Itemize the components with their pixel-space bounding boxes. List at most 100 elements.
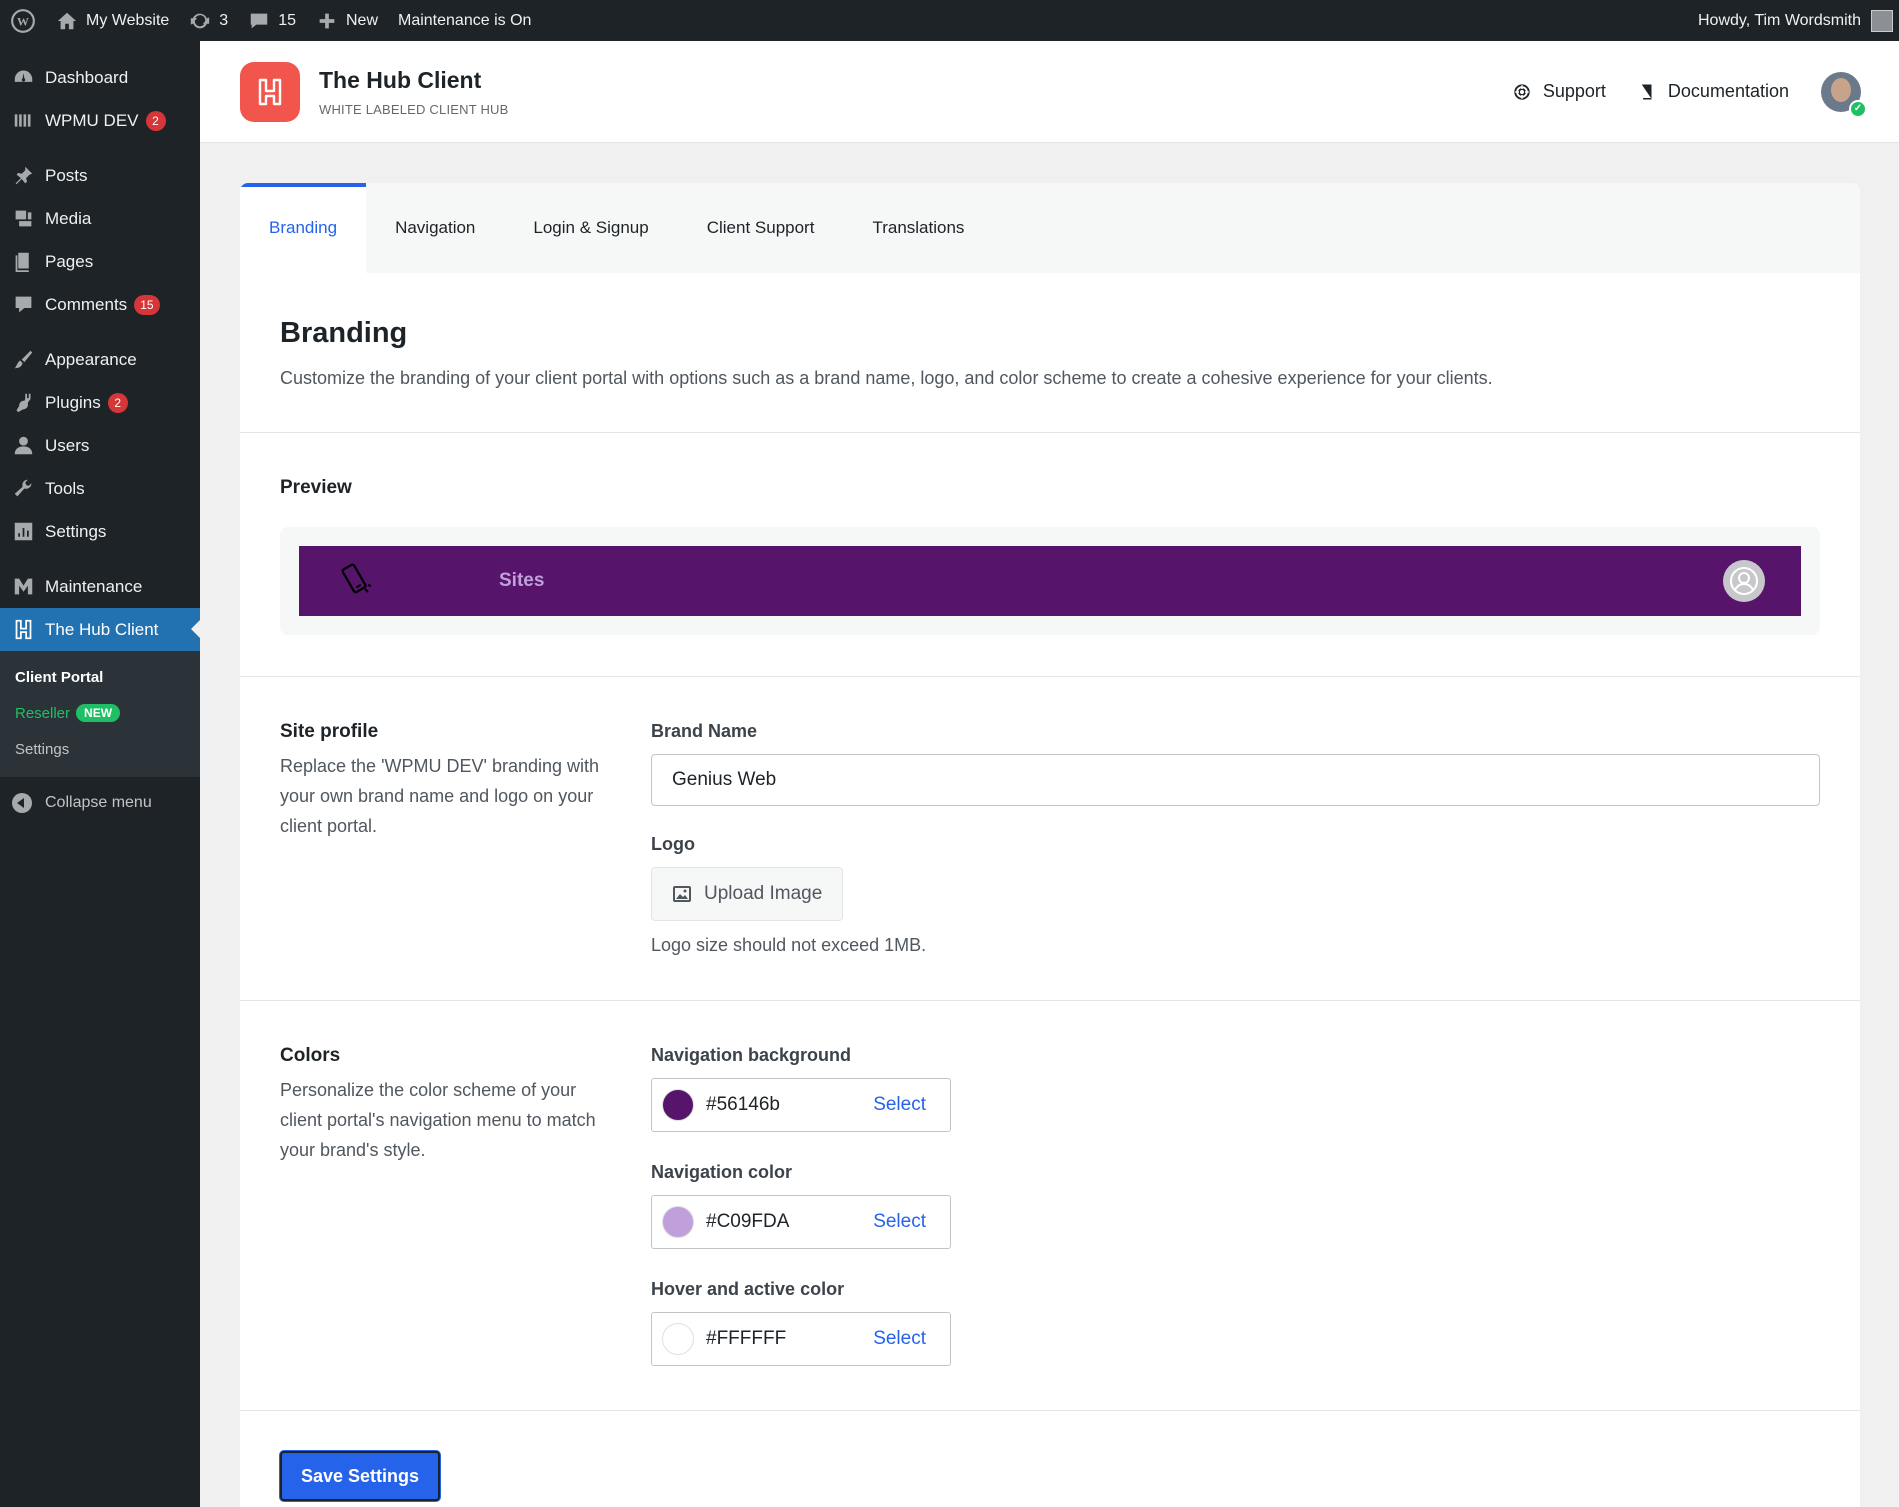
site-profile-section: Site profile Replace the 'WPMU DEV' bran…: [240, 677, 1860, 1001]
select-color-button[interactable]: Select: [873, 1094, 926, 1116]
color-value[interactable]: #56146b: [706, 1094, 873, 1116]
select-color-button[interactable]: Select: [873, 1211, 926, 1233]
wpmudev-icon: [12, 110, 34, 132]
documentation-link[interactable]: Documentation: [1638, 81, 1789, 102]
site-profile-label: Site profile: [280, 721, 379, 742]
sidebar-item-dashboard[interactable]: Dashboard: [0, 56, 200, 99]
site-name-link[interactable]: My Website: [46, 0, 179, 41]
support-label: Support: [1542, 81, 1606, 101]
colors-section: Colors Personalize the color scheme of y…: [240, 1001, 1860, 1411]
tab-navigation[interactable]: Navigation: [366, 183, 504, 273]
sidebar-item-label: WPMU DEV: [45, 110, 139, 130]
maintenance-label: Maintenance is On: [398, 11, 532, 29]
sidebar-item-comments[interactable]: Comments 15: [0, 283, 200, 326]
sidebar-item-label: Maintenance: [45, 576, 143, 596]
comments-badge: 15: [134, 294, 160, 315]
nav-background-label: Navigation background: [651, 1045, 852, 1065]
pages-icon: [12, 251, 34, 273]
reseller-label: Reseller: [15, 704, 71, 722]
preview-label: Preview: [280, 477, 352, 498]
branding-intro: Branding Customize the branding of your …: [240, 273, 1860, 433]
preview-navbar: Sites: [299, 546, 1801, 616]
nav-color-label: Navigation color: [651, 1162, 793, 1182]
sidebar-item-wpmudev[interactable]: WPMU DEV 2: [0, 99, 200, 142]
updates-link[interactable]: 3: [179, 0, 238, 41]
sidebar-item-settings[interactable]: Settings: [0, 510, 200, 553]
lifebuoy-icon: [1514, 83, 1530, 100]
sidebar-item-label: Media: [45, 208, 92, 228]
sidebar-item-label: Comments: [45, 294, 128, 314]
upload-image-button[interactable]: Upload Image: [651, 867, 844, 921]
collapse-label: Collapse menu: [45, 794, 152, 811]
sidebar-item-label: Users: [45, 435, 90, 455]
sidebar-item-label: Settings: [45, 521, 107, 541]
tab-client-support[interactable]: Client Support: [678, 183, 844, 273]
sidebar-item-hub-client[interactable]: The Hub Client: [0, 608, 200, 651]
new-label: New: [345, 11, 378, 29]
section-description: Customize the branding of your client po…: [280, 368, 1493, 388]
sidebar-item-pages[interactable]: Pages: [0, 240, 200, 283]
maintenance-icon: [12, 576, 34, 598]
submenu-reseller[interactable]: Reseller NEW: [0, 695, 200, 731]
hover-color-field[interactable]: #FFFFFF Select: [651, 1312, 951, 1366]
tab-login-signup[interactable]: Login & Signup: [504, 183, 677, 273]
preview-sites-item: Sites: [499, 570, 545, 591]
tab-branding[interactable]: Branding: [240, 183, 367, 273]
logo-label: Logo: [651, 834, 695, 854]
comments-count: 15: [278, 11, 296, 29]
comments-link[interactable]: 15: [238, 0, 306, 41]
support-link[interactable]: Support: [1513, 81, 1606, 102]
save-settings-button[interactable]: Save Settings: [280, 1451, 441, 1501]
verified-check-icon: ✓: [1849, 99, 1867, 118]
user-avatar[interactable]: ✓: [1821, 71, 1867, 118]
site-profile-help: Replace the 'WPMU DEV' branding with you…: [280, 756, 600, 836]
user-icon: [12, 435, 34, 457]
upload-label: Upload Image: [704, 883, 823, 904]
color-swatch[interactable]: [662, 1089, 694, 1121]
submenu-settings[interactable]: Settings: [0, 731, 200, 767]
sidebar-item-plugins[interactable]: Plugins 2: [0, 381, 200, 424]
tab-translations[interactable]: Translations: [843, 183, 993, 273]
new-content-link[interactable]: New: [306, 0, 388, 41]
admin-avatar: [1871, 9, 1893, 32]
maintenance-status-link[interactable]: Maintenance is On: [388, 0, 541, 41]
sidebar-item-media[interactable]: Media: [0, 197, 200, 240]
collapse-menu-button[interactable]: Collapse menu: [0, 781, 200, 825]
color-value[interactable]: #C09FDA: [706, 1211, 873, 1233]
updates-count: 3: [219, 11, 229, 29]
settings-footer: Save Settings: [240, 1411, 1860, 1507]
svg-text:W: W: [17, 14, 29, 28]
image-icon: [673, 886, 691, 902]
color-swatch[interactable]: [662, 1206, 694, 1238]
nav-color-field[interactable]: #C09FDA Select: [651, 1195, 951, 1249]
nav-background-color-field[interactable]: #56146b Select: [651, 1078, 951, 1132]
brand-name-input[interactable]: Genius Web: [651, 754, 1820, 806]
media-icon: [12, 208, 34, 230]
color-swatch[interactable]: [662, 1323, 694, 1355]
settings-card: Branding Navigation Login & Signup Clien…: [240, 183, 1860, 1507]
sidebar-item-tools[interactable]: Tools: [0, 467, 200, 510]
site-name: My Website: [86, 11, 170, 29]
home-icon: [57, 12, 77, 29]
admin-sidebar: Dashboard WPMU DEV 2 Posts Media Pages C…: [0, 41, 200, 1507]
update-badge: 2: [145, 110, 166, 131]
sidebar-item-maintenance[interactable]: Maintenance: [0, 565, 200, 608]
sidebar-item-users[interactable]: Users: [0, 424, 200, 467]
hub-client-icon: [12, 619, 34, 641]
howdy-text: Howdy, Tim Wordsmith: [1698, 11, 1861, 29]
my-account-link[interactable]: Howdy, Tim Wordsmith: [1688, 0, 1899, 41]
plugins-badge: 2: [107, 392, 128, 413]
comment-icon: [12, 294, 34, 316]
submenu-client-portal[interactable]: Client Portal: [0, 659, 200, 695]
sidebar-item-appearance[interactable]: Appearance: [0, 338, 200, 381]
select-color-button[interactable]: Select: [873, 1328, 926, 1350]
preview-section: Preview Sites: [240, 433, 1860, 677]
color-value[interactable]: #FFFFFF: [706, 1328, 873, 1350]
sidebar-item-posts[interactable]: Posts: [0, 154, 200, 197]
sidebar-item-label: Tools: [45, 478, 85, 498]
plugin-icon: [12, 392, 34, 414]
wordpress-logo-icon[interactable]: W: [0, 0, 46, 41]
documentation-label: Documentation: [1667, 81, 1789, 101]
sidebar-item-label: The Hub Client: [45, 619, 159, 639]
sidebar-item-label: Pages: [45, 251, 94, 271]
